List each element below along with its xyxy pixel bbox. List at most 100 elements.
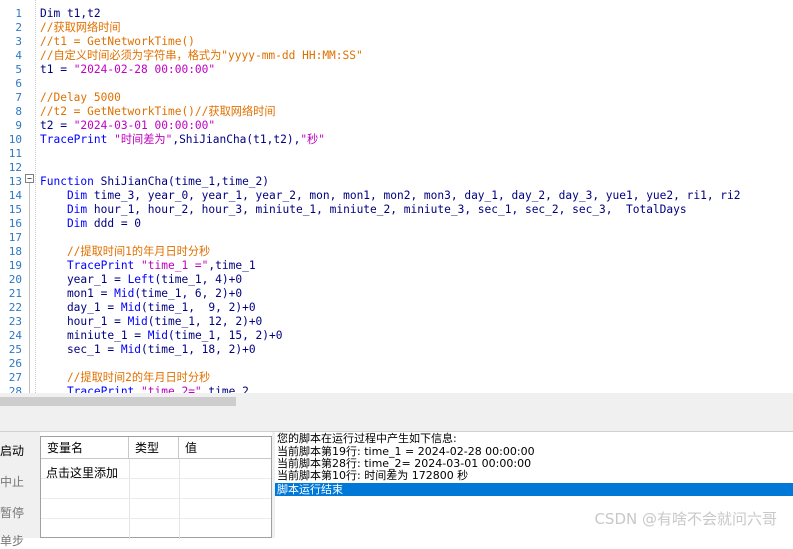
line-number: 6 <box>15 77 22 90</box>
table-row[interactable] <box>41 499 271 519</box>
code-string: "秒" <box>300 133 325 146</box>
code-line[interactable]: 17 <box>0 231 793 245</box>
code-token: (time_1, 4)+0 <box>154 273 243 286</box>
code-token: day_1 = <box>40 301 121 314</box>
code-text: day_1 = Mid(time_1, 9, 2)+0 <box>40 301 256 315</box>
code-token: (time_1, 6, 2)+0 <box>134 287 243 300</box>
single-step-button[interactable]: 单步 <box>0 532 40 549</box>
code-text: TracePrint "时间差为",ShiJianCha(t1,t2),"秒" <box>40 133 325 147</box>
code-comment: //获取网络时间 <box>40 21 121 34</box>
panel-splitter[interactable] <box>0 410 793 432</box>
code-line[interactable]: 10 TracePrint "时间差为",ShiJianCha(t1,t2),"秒… <box>0 133 793 147</box>
code-line[interactable]: 21 mon1 = Mid(time_1, 6, 2)+0 <box>0 287 793 301</box>
line-number: 8 <box>15 105 22 118</box>
line-number: 13 <box>8 175 22 188</box>
code-line[interactable]: 24 miniute_1 = Mid(time_1, 15, 2)+0 <box>0 329 793 343</box>
line-number: 16 <box>8 217 22 230</box>
code-text: Dim ddd = 0 <box>40 217 141 231</box>
code-line[interactable]: 22 day_1 = Mid(time_1, 9, 2)+0 <box>0 301 793 315</box>
code-line[interactable]: 5 t1 = "2024-02-28 00:00:00" <box>0 63 793 77</box>
column-header-name[interactable]: 变量名 <box>41 437 129 459</box>
line-number: 24 <box>8 329 22 342</box>
stop-button[interactable]: 中止 <box>0 473 40 490</box>
code-token: (time_1, 9, 2)+0 <box>141 301 256 314</box>
line-number: 7 <box>15 91 22 104</box>
line-number: 1 <box>15 7 22 20</box>
code-line[interactable]: 26 <box>0 357 793 371</box>
scrollbar-thumb[interactable] <box>0 397 236 406</box>
code-keyword: Left <box>127 273 155 286</box>
code-line[interactable]: 6 <box>0 77 793 91</box>
line-number: 15 <box>8 203 22 216</box>
line-number: 28 <box>8 385 22 393</box>
code-comment: //t1 = GetNetworkTime() <box>40 35 195 48</box>
code-text: Dim hour_1, hour_2, hour_3, miniute_1, m… <box>40 203 687 217</box>
code-line[interactable]: 7 //Delay 5000 <box>0 91 793 105</box>
log-line: 当前脚本第10行: 时间差为 172800 秒 <box>277 469 469 482</box>
code-text: t2 = "2024-03-01 00:00:00" <box>40 119 215 133</box>
line-number: 18 <box>8 245 22 258</box>
code-line[interactable]: 4 //自定义时间必须为字符串，格式为"yyyy-mm-dd HH:MM:SS" <box>0 49 793 63</box>
code-line[interactable]: 14 Dim time_3, year_0, year_1, year_2, m… <box>0 189 793 203</box>
code-token: mon1 = <box>40 287 115 300</box>
log-line-selected-text: 脚本运行结束 <box>277 483 343 496</box>
code-comment: //Delay 5000 <box>40 91 121 104</box>
line-number: 22 <box>8 301 22 314</box>
code-token: t1 = <box>40 63 74 76</box>
code-line[interactable]: 3 //t1 = GetNetworkTime() <box>0 35 793 49</box>
code-line[interactable]: 18 //提取时间1的年月日时分秒 <box>0 245 793 259</box>
add-variable-link[interactable]: 点击这里添加 <box>46 464 118 481</box>
code-text: //t1 = GetNetworkTime() <box>40 35 195 49</box>
code-line[interactable]: 11 <box>0 147 793 161</box>
watermark: CSDN @有啥不会就问六哥 <box>594 510 777 528</box>
code-line[interactable]: 8 //t2 = GetNetworkTime()//获取网络时间 <box>0 105 793 119</box>
code-line[interactable]: 25 sec_1 = Mid(time_1, 18, 2)+0 <box>0 343 793 357</box>
code-keyword: Mid <box>120 343 142 356</box>
code-line[interactable]: 9 t2 = "2024-03-01 00:00:00" <box>0 119 793 133</box>
line-number: 11 <box>8 147 22 160</box>
log-line-selected[interactable]: 脚本运行结束 <box>275 483 793 496</box>
code-keyword: Mid <box>127 315 148 328</box>
code-line[interactable]: 28 TracePrint "time_2=",time_2 <box>0 385 793 393</box>
code-text: year_1 = Left(time_1, 4)+0 <box>40 273 242 287</box>
code-line[interactable]: 27 //提取时间2的年月日时分秒 <box>0 371 793 385</box>
horizontal-scrollbar[interactable] <box>0 393 793 410</box>
code-line[interactable]: 19 TracePrint "time_1 =",time_1 <box>0 259 793 273</box>
code-line[interactable]: 16 Dim ddd = 0 <box>0 217 793 231</box>
code-text: Function ShiJianCha(time_1,time_2) <box>40 175 269 189</box>
start-button[interactable]: 启动 <box>0 442 40 459</box>
code-token: ,time_2 <box>201 385 249 393</box>
code-string: "时间差为" <box>114 133 173 146</box>
pause-button[interactable]: 暂停 <box>0 504 40 521</box>
line-number: 19 <box>8 259 22 272</box>
code-text: //t2 = GetNetworkTime()//获取网络时间 <box>40 105 276 119</box>
line-number: 5 <box>15 63 22 76</box>
code-keyword: TracePrint <box>40 259 142 272</box>
code-string: "time_2=" <box>141 385 202 393</box>
code-string: "2024-02-28 00:00:00" <box>73 63 216 76</box>
code-keyword: Mid <box>120 301 142 314</box>
code-token: ,time_1 <box>208 259 256 272</box>
code-text: //获取网络时间 <box>40 21 121 35</box>
code-line[interactable]: 23 hour_1 = Mid(time_1, 12, 2)+0 <box>0 315 793 329</box>
code-line[interactable]: 15 Dim hour_1, hour_2, hour_3, miniute_1… <box>0 203 793 217</box>
variable-watch-table: 变量名 类型 值 点击这里添加 <box>40 436 272 539</box>
column-header-type[interactable]: 类型 <box>129 437 179 459</box>
code-text: TracePrint "time_2=",time_2 <box>40 385 249 393</box>
code-text: TracePrint "time_1 =",time_1 <box>40 259 256 273</box>
line-number: 21 <box>8 287 22 300</box>
column-header-value[interactable]: 值 <box>179 437 271 459</box>
code-text: //提取时间2的年月日时分秒 <box>40 371 210 385</box>
code-line[interactable]: 1 Dim t1,t2 <box>0 7 793 21</box>
table-row[interactable] <box>41 479 271 499</box>
code-editor[interactable]: − 1 Dim t1,t2 2//获取网络时间 3//t1 = GetNetworkT… <box>0 0 793 393</box>
code-line[interactable]: 13 Function ShiJianCha(time_1,time_2) <box>0 175 793 189</box>
line-number: 4 <box>15 49 22 62</box>
code-line[interactable]: 12 <box>0 161 793 175</box>
code-line[interactable]: 2 //获取网络时间 <box>0 21 793 35</box>
line-number: 14 <box>8 189 22 202</box>
log-line: 您的脚本在运行过程中产生如下信息: <box>277 432 457 445</box>
code-keyword: Mid <box>114 287 135 300</box>
line-number: 2 <box>15 21 22 34</box>
code-line[interactable]: 20 year_1 = Left(time_1, 4)+0 <box>0 273 793 287</box>
